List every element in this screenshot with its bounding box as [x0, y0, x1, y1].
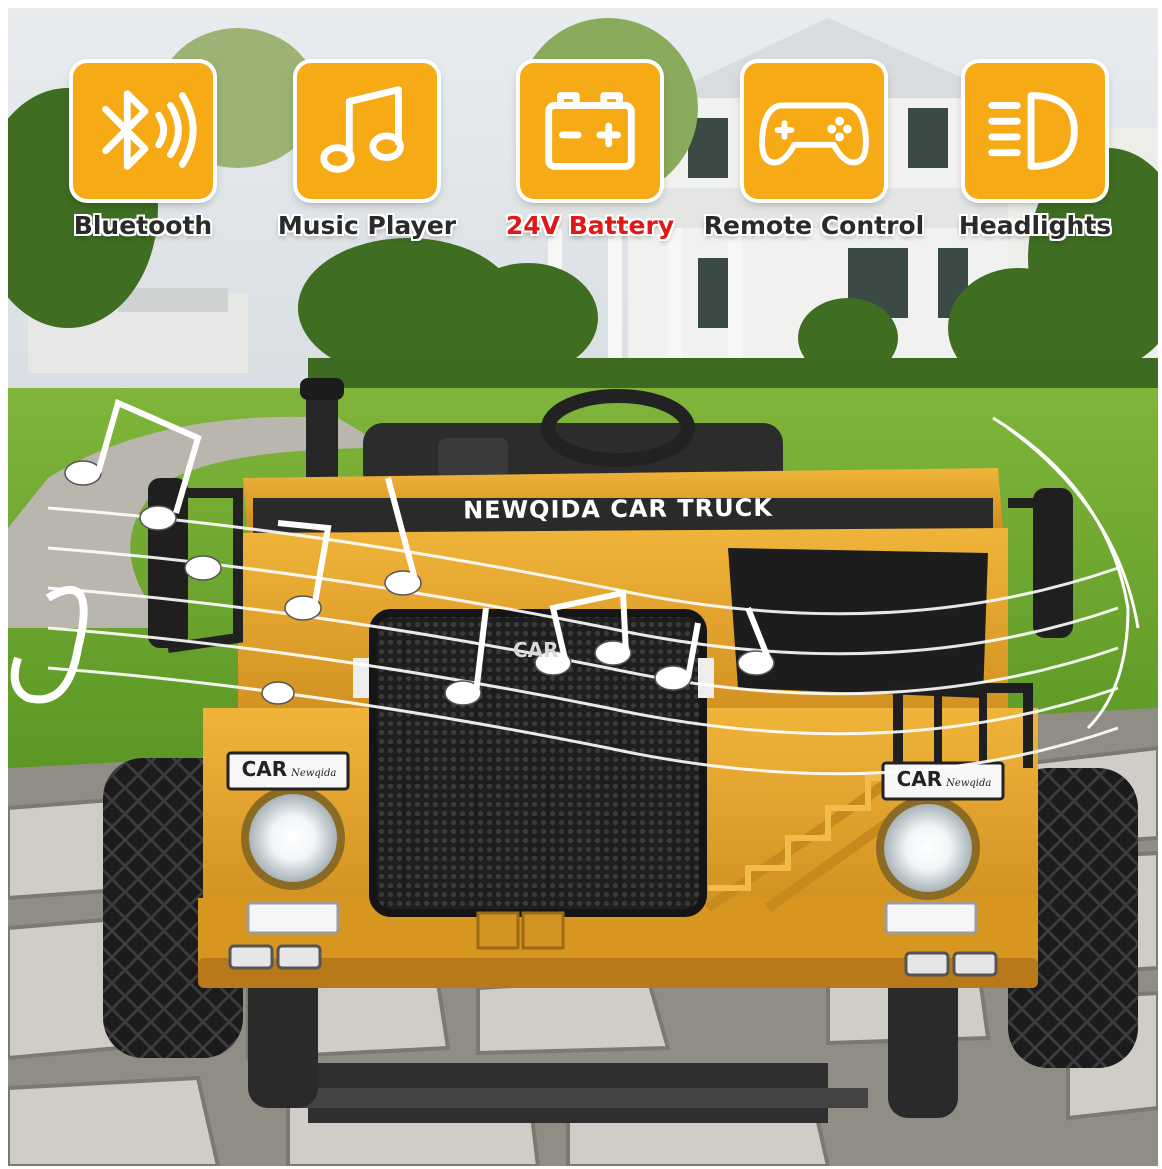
left-badge-logo: CAR: [241, 757, 288, 781]
feature-tile: [965, 63, 1105, 199]
feature-tile: [73, 63, 213, 199]
feature-bluetooth: Bluetooth: [13, 63, 273, 240]
feature-label: Headlights: [958, 211, 1112, 240]
feature-label: Music Player: [277, 211, 457, 240]
feature-battery: 24V Battery: [460, 63, 720, 240]
left-badge-brand: Newqida: [291, 768, 337, 779]
feature-row: Bluetooth Music Player 24V Battery Remot…: [8, 63, 1158, 263]
music-note-icon: [320, 86, 404, 173]
right-badge-logo: CAR: [896, 767, 943, 791]
feature-tile: [297, 63, 437, 199]
feature-headlights: Headlights: [905, 63, 1158, 240]
gamepad-icon: [759, 102, 869, 166]
truck-banner: NEWQIDA CAR TRUCK: [463, 493, 773, 525]
product-image: NEWQIDA CAR TRUCK CAR CAR Newqida CAR Ne…: [8, 8, 1158, 1166]
feature-music-player: Music Player: [237, 63, 497, 240]
feature-label: Bluetooth: [73, 211, 213, 240]
bluetooth-icon: [102, 90, 197, 170]
headlight-icon: [988, 92, 1078, 170]
feature-label: 24V Battery: [505, 211, 675, 240]
right-badge: CAR Newqida: [885, 763, 1003, 799]
right-badge-brand: Newqida: [946, 778, 992, 789]
grille-badge: CAR: [513, 638, 559, 662]
feature-tile: [520, 63, 660, 199]
feature-tile: [744, 63, 884, 199]
battery-icon: [545, 92, 635, 170]
left-badge: CAR Newqida: [230, 753, 348, 789]
